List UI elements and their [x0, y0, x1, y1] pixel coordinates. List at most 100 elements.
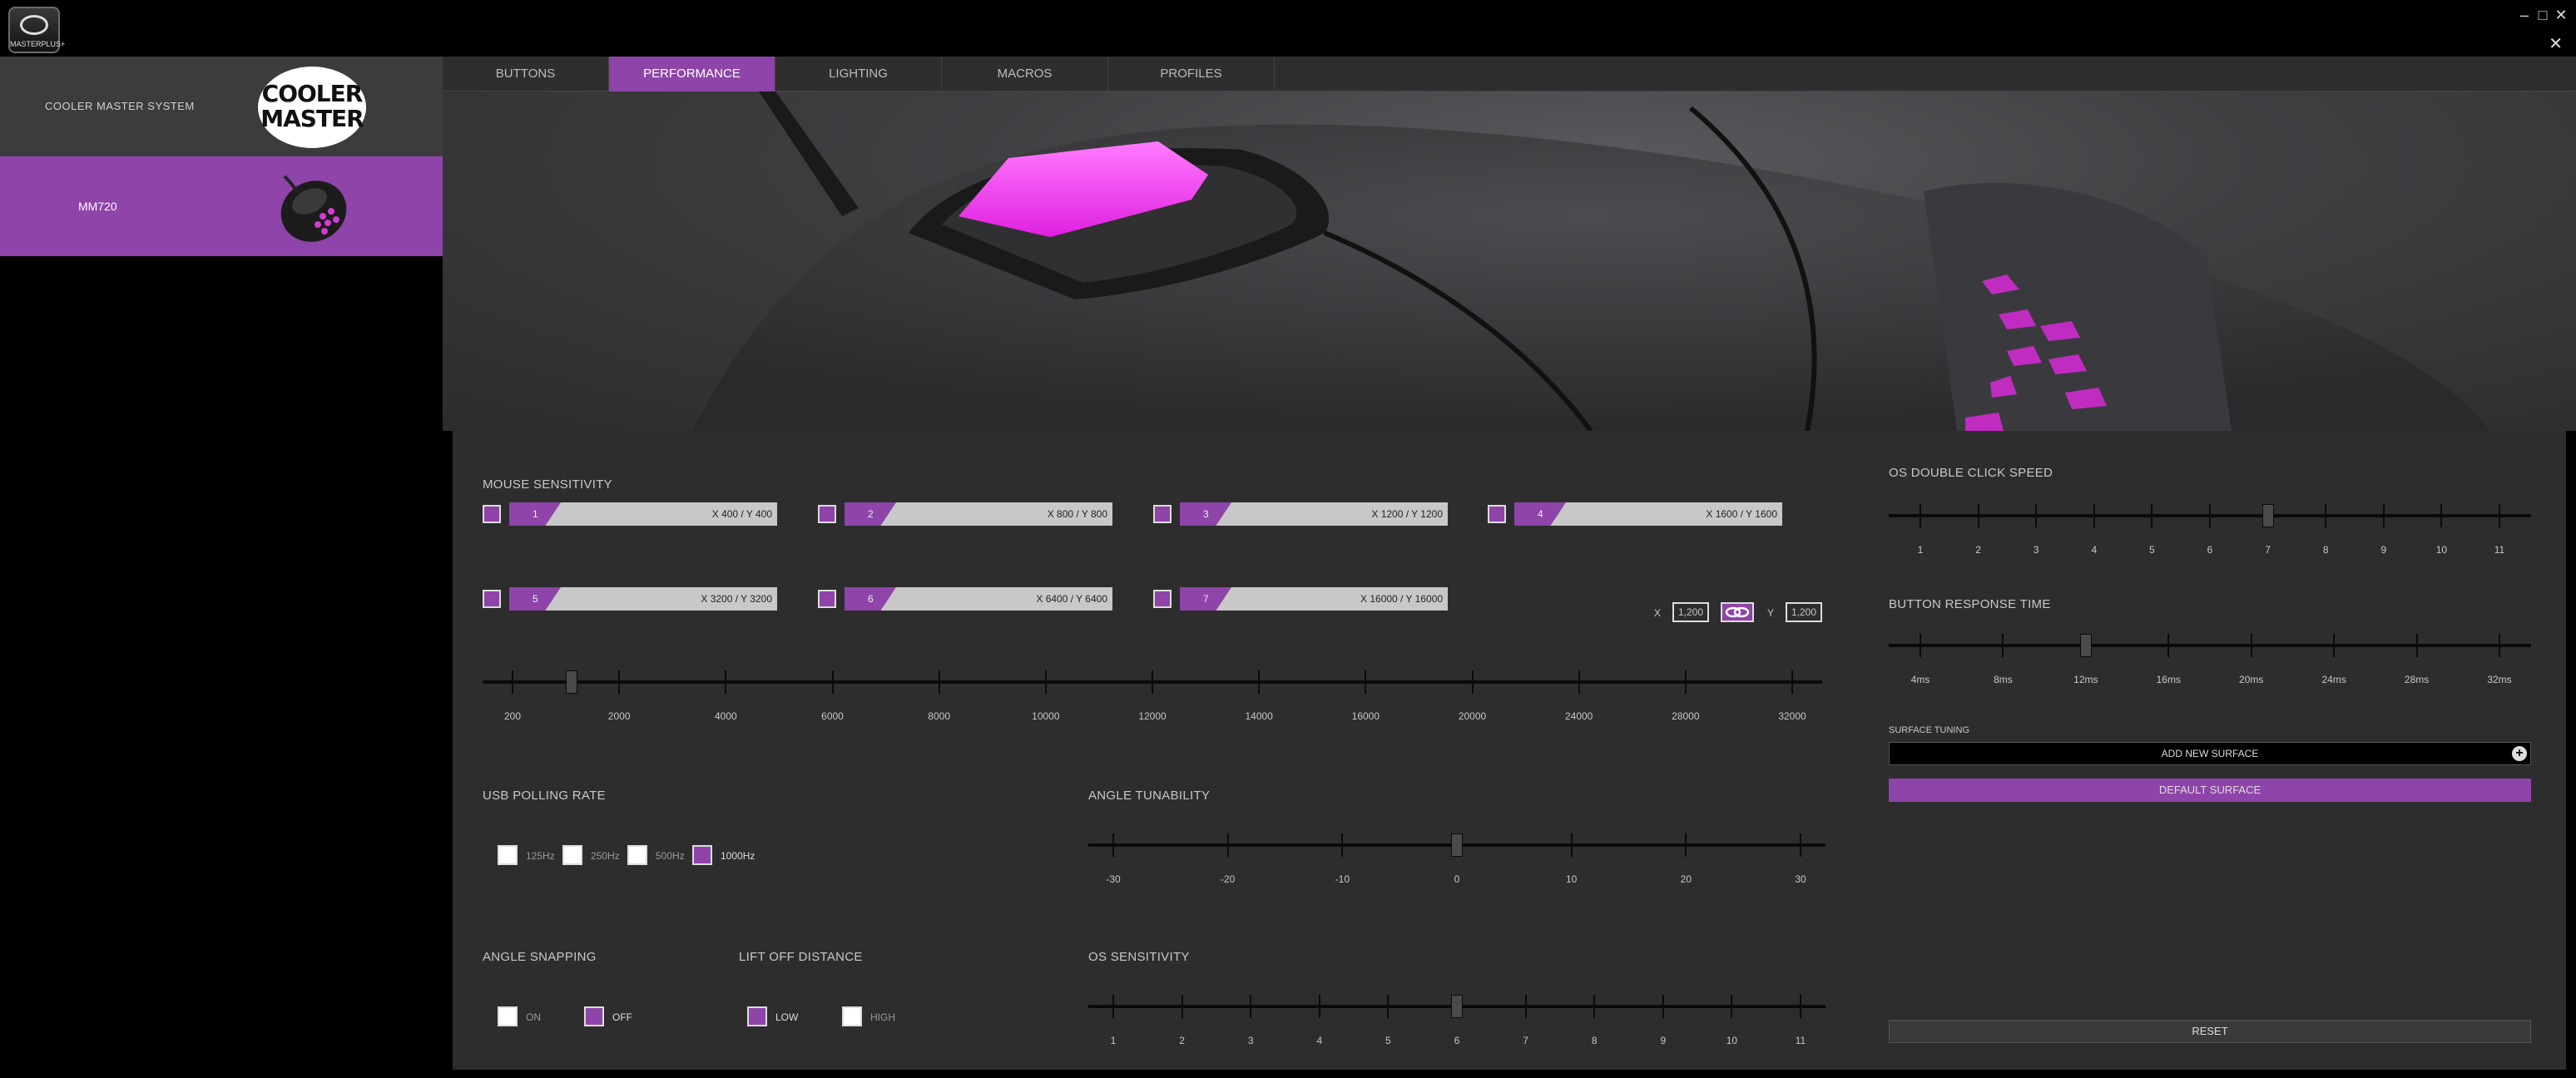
mouse-sensitivity-title: MOUSE SENSITIVITY	[483, 477, 612, 492]
dpi-level-number: 4	[1514, 502, 1566, 526]
tab-bar: BUTTONS PERFORMANCE LIGHTING MACROS PROF…	[443, 57, 2576, 91]
slider-tick-label: 6000	[821, 710, 844, 722]
dpi-level-checkbox[interactable]	[483, 590, 501, 608]
liftoff-option-label: HIGH	[870, 1011, 895, 1023]
dpi-level-checkbox[interactable]	[483, 505, 501, 523]
slider-thumb[interactable]	[1451, 995, 1463, 1018]
tab-lighting[interactable]: LIGHTING	[775, 57, 942, 91]
snapping-option-off[interactable]	[584, 1006, 604, 1026]
dpi-level-bar[interactable]: 4 X 1600 / Y 1600	[1514, 502, 1782, 526]
slider-tick	[1593, 995, 1596, 1018]
slider-tick	[2209, 504, 2211, 527]
liftoff-option-high[interactable]	[842, 1006, 862, 1026]
maximize-button[interactable]: □	[2534, 7, 2551, 23]
dpi-level-checkbox[interactable]	[1153, 590, 1172, 608]
slider-tick	[2035, 504, 2038, 527]
slider-tick-label: 4	[2091, 544, 2098, 556]
slider-thumb[interactable]	[2261, 504, 2274, 527]
slider-tick	[1387, 995, 1390, 1018]
tab-profiles[interactable]: PROFILES	[1108, 57, 1275, 91]
link-xy-button[interactable]	[1721, 602, 1754, 622]
snapping-option-on[interactable]	[498, 1006, 518, 1026]
dpi-level-number: 5	[509, 587, 561, 611]
sidebar-item-system[interactable]: COOLER MASTER SYSTEM COOLER MASTER	[0, 57, 443, 156]
slider-tick-label: 3	[2033, 544, 2039, 556]
slider-tick-label: 28000	[1672, 710, 1700, 722]
tab-performance[interactable]: PERFORMANCE	[609, 57, 775, 91]
slider-tick	[1791, 670, 1793, 694]
slider-thumb[interactable]	[1451, 833, 1463, 857]
slider-tick	[1226, 833, 1229, 857]
angle-tunability-slider[interactable]: -30 -20 -10 0 10 20 30	[1088, 833, 1825, 885]
dpi-level-checkbox[interactable]	[818, 590, 836, 608]
slider-tick	[2093, 504, 2095, 527]
slider-tick	[512, 670, 513, 694]
polling-option-1000hz[interactable]	[692, 845, 712, 865]
dpi-level-checkbox[interactable]	[818, 505, 836, 523]
panel-close-icon[interactable]: ✕	[2549, 33, 2563, 54]
dpi-slider[interactable]: 200 2000 4000 6000 8000 10000 12000 14000 16000 2…	[483, 670, 1822, 722]
brand-logo-line-1: COOLER	[261, 80, 364, 107]
slider-tick	[1471, 670, 1474, 694]
title-bar: MASTERPLUS+ – □ ✕	[0, 0, 2576, 57]
close-button[interactable]: ✕	[2553, 7, 2569, 23]
slider-tick-label: 1	[1110, 1035, 1117, 1046]
slider-tick-label: 10	[1565, 873, 1578, 885]
slider-tick-label: 5	[1385, 1035, 1391, 1046]
slider-tick-label: 8	[2322, 544, 2329, 556]
dpi-level-number: 6	[845, 587, 896, 611]
os-double-click-title: OS DOUBLE CLICK SPEED	[1889, 466, 2053, 480]
dpi-level-checkbox[interactable]	[1153, 505, 1172, 523]
slider-tick-label: 8000	[928, 710, 951, 722]
add-surface-button[interactable]: ADD NEW SURFACE +	[1889, 742, 2531, 765]
tab-buttons[interactable]: BUTTONS	[443, 57, 609, 91]
slider-tick	[1920, 634, 1921, 657]
minimize-button[interactable]: –	[2516, 7, 2533, 23]
sidebar-item-device[interactable]: MM720	[0, 156, 443, 256]
angle-snapping-title: ANGLE SNAPPING	[483, 950, 597, 964]
slider-thumb[interactable]	[566, 670, 578, 694]
surface-tuning-title: SURFACE TUNING	[1889, 725, 1969, 735]
dpi-level-bar[interactable]: 3 X 1200 / Y 1200	[1180, 502, 1448, 526]
default-surface-button[interactable]: DEFAULT SURFACE	[1889, 779, 2531, 802]
slider-tick	[2499, 504, 2500, 527]
slider-tick-label: 5	[2149, 544, 2155, 556]
dpi-level-bar[interactable]: 7 X 16000 / Y 16000	[1180, 587, 1448, 611]
y-sensitivity-input[interactable]: 1,200	[1786, 602, 1822, 622]
slider-tick-label: 9	[2380, 544, 2387, 556]
os-double-click-slider[interactable]: 1 2 3 4 5 6 7 8 9 10 11	[1889, 504, 2531, 556]
dpi-level-value: X 800 / Y 800	[1047, 508, 1107, 520]
polling-option-label: 500Hz	[656, 850, 685, 862]
slider-tick	[2250, 634, 2252, 657]
slider-tick-label: 32000	[1778, 710, 1806, 722]
dpi-level-bar[interactable]: 1 X 400 / Y 400	[509, 502, 777, 526]
slider-tick-label: 12000	[1138, 710, 1167, 722]
app-logo-icon[interactable]: MASTERPLUS+	[8, 7, 65, 53]
polling-option-125hz[interactable]	[498, 845, 518, 865]
slider-tick-label: 16ms	[2156, 674, 2181, 685]
slider-tick-label: 24000	[1564, 710, 1593, 722]
slider-track[interactable]	[1889, 644, 2531, 647]
polling-option-250hz[interactable]	[562, 845, 582, 865]
slider-tick	[2333, 634, 2336, 657]
slider-tick	[1112, 833, 1114, 857]
x-label: X	[1654, 607, 1662, 619]
dpi-level-bar[interactable]: 6 X 6400 / Y 6400	[845, 587, 1112, 611]
dpi-level-bar[interactable]: 2 X 800 / Y 800	[845, 502, 1112, 526]
dpi-level-bar[interactable]: 5 X 3200 / Y 3200	[509, 587, 777, 611]
os-sensitivity-slider[interactable]: 1 2 3 4 5 6 7 8 9 10 11	[1088, 995, 1825, 1046]
slider-thumb[interactable]	[2079, 634, 2092, 657]
liftoff-option-low[interactable]	[747, 1006, 767, 1026]
slider-tick-label: 8	[1591, 1035, 1598, 1046]
polling-option-500hz[interactable]	[627, 845, 647, 865]
slider-tick-label: 24ms	[2321, 674, 2346, 685]
dpi-level-checkbox[interactable]	[1488, 505, 1506, 523]
reset-button[interactable]: RESET	[1889, 1020, 2531, 1043]
slider-tick	[2499, 634, 2500, 657]
tab-macros[interactable]: MACROS	[942, 57, 1108, 91]
plus-icon: +	[2512, 746, 2527, 761]
slider-tick	[1731, 995, 1733, 1018]
x-sensitivity-input[interactable]: 1,200	[1672, 602, 1709, 622]
button-response-slider[interactable]: 4ms 8ms 12ms 16ms 20ms 24ms 28ms 32ms	[1889, 634, 2531, 685]
polling-option-label: 250Hz	[591, 850, 620, 862]
